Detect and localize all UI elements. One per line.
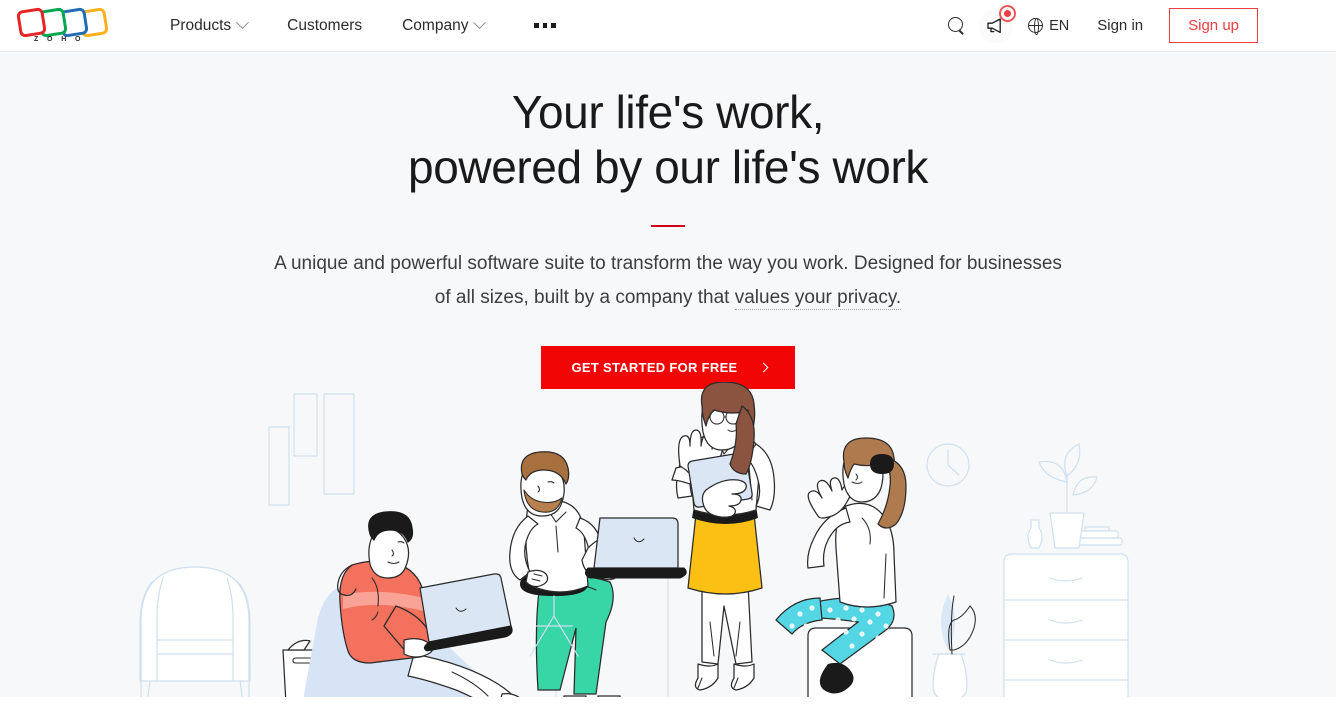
- person-seated-box: [775, 437, 913, 697]
- subhead-text: A unique and powerful software suite to …: [274, 253, 1062, 308]
- nav-item-company[interactable]: Company: [382, 9, 504, 43]
- search-button[interactable]: [936, 6, 976, 46]
- sign-in-link[interactable]: Sign in: [1079, 9, 1161, 42]
- megaphone-icon: [979, 4, 1017, 43]
- logo-square-red: [16, 6, 47, 38]
- language-value: EN: [1049, 17, 1070, 34]
- cta-label: GET STARTED FOR FREE: [571, 360, 738, 375]
- primary-nav: Products Customers Company: [150, 9, 572, 43]
- nav-label-company: Company: [402, 16, 469, 34]
- mouse-cursor-target-icon: [999, 4, 1017, 22]
- person-standing-tablet: [671, 382, 776, 691]
- nav-label-customers: Customers: [287, 16, 363, 34]
- title-divider: [651, 225, 685, 227]
- nav-label-products: Products: [170, 16, 232, 34]
- nav-item-products[interactable]: Products: [150, 9, 267, 43]
- hero-subheading: A unique and powerful software suite to …: [268, 247, 1068, 315]
- armchair-outline-icon: [139, 566, 251, 697]
- chevron-down-icon: [473, 16, 487, 30]
- globe-icon: [1027, 17, 1044, 35]
- search-icon: [947, 17, 965, 34]
- bottle-outline-icon: [1027, 519, 1043, 549]
- headline-line-1: Your life's work,: [511, 86, 825, 138]
- chevron-right-icon: [758, 362, 768, 373]
- page-title: Your life's work, powered by our life's …: [0, 85, 1336, 195]
- zoho-logo[interactable]: Z O H O: [16, 6, 120, 46]
- more-menu-button[interactable]: [518, 13, 572, 38]
- ellipsis-icon: [542, 23, 548, 28]
- person-beanbag-laptop: [304, 511, 520, 697]
- wall-art-rectangles-icon: [268, 393, 355, 506]
- person-stool-laptop: [509, 451, 687, 697]
- vase-plant-outline-icon: [932, 594, 976, 697]
- ellipsis-icon: [534, 23, 539, 28]
- office-collaboration-illustration: .ln { fill:none; stroke:#2b2b2b; stroke-…: [0, 382, 1336, 697]
- headline-line-2: powered by our life's work: [408, 141, 928, 193]
- clock-outline-icon: [926, 443, 970, 487]
- drawer-cabinet-outline-icon: [1003, 553, 1129, 697]
- nav-item-customers[interactable]: Customers: [267, 9, 382, 43]
- header-actions: EN Sign in Sign up: [936, 4, 1336, 46]
- announcements-button[interactable]: [976, 4, 1017, 46]
- page-footer-space: [0, 697, 1336, 724]
- language-selector[interactable]: EN: [1016, 10, 1079, 42]
- hero-section: Your life's work, powered by our life's …: [0, 52, 1336, 697]
- ellipsis-icon: [551, 23, 556, 28]
- privacy-link[interactable]: values your privacy.: [734, 287, 902, 310]
- chevron-down-icon: [236, 16, 250, 30]
- site-header: Z O H O Products Customers Company EN Si…: [0, 0, 1336, 52]
- logo-wordmark: Z O H O: [34, 35, 84, 43]
- sign-up-button[interactable]: Sign up: [1169, 8, 1258, 43]
